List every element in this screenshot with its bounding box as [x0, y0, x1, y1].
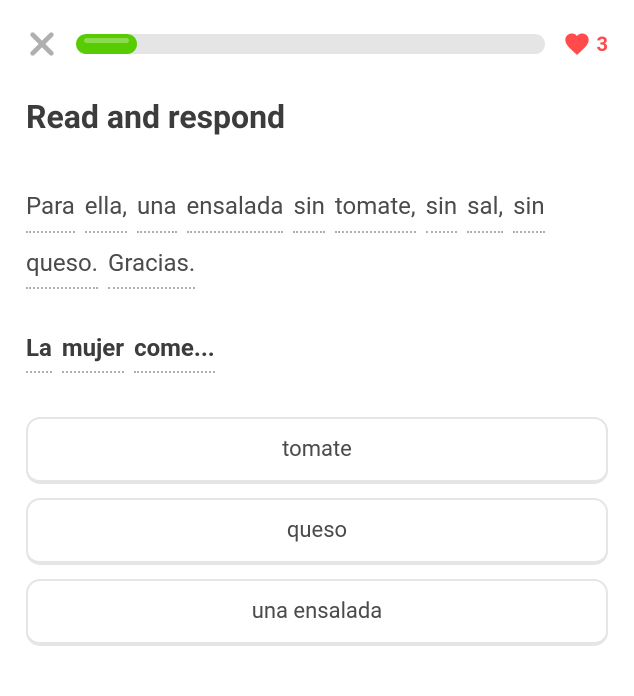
- sentence-word[interactable]: Para: [26, 184, 75, 233]
- question-word[interactable]: mujer: [62, 327, 124, 373]
- sentence-block: Para ella, una ensalada sin tomate, sin …: [26, 184, 608, 289]
- heart-count: 3: [597, 32, 608, 56]
- sentence-word[interactable]: sin: [513, 184, 544, 233]
- sentence-word[interactable]: ensalada: [187, 184, 284, 233]
- sentence-word[interactable]: sal,: [467, 184, 503, 233]
- sentence-word[interactable]: una: [137, 184, 177, 233]
- question-word[interactable]: come...: [134, 327, 215, 373]
- close-icon[interactable]: [26, 28, 58, 60]
- question-word[interactable]: La: [26, 327, 52, 373]
- answer-option-1[interactable]: tomate: [26, 417, 608, 484]
- sentence-word[interactable]: queso.: [26, 241, 98, 290]
- heart-icon: [563, 30, 591, 58]
- sentence-line: Para ella, una ensalada sin tomate, sin …: [26, 184, 608, 289]
- question-line: La mujer come...: [26, 327, 608, 373]
- progress-fill: [76, 34, 137, 54]
- exercise-header: 3: [26, 28, 608, 60]
- answer-options: tomate queso una ensalada: [26, 417, 608, 646]
- sentence-word[interactable]: Gracias.: [108, 241, 195, 290]
- progress-bar: [76, 34, 545, 54]
- sentence-word[interactable]: sin: [293, 184, 324, 233]
- answer-option-2[interactable]: queso: [26, 498, 608, 565]
- sentence-word[interactable]: sin: [426, 184, 457, 233]
- sentence-word[interactable]: tomate,: [335, 184, 416, 233]
- sentence-word[interactable]: ella,: [85, 184, 127, 233]
- instruction-title: Read and respond: [26, 98, 608, 136]
- hearts-counter[interactable]: 3: [563, 30, 608, 58]
- answer-option-3[interactable]: una ensalada: [26, 579, 608, 646]
- question-block: La mujer come...: [26, 327, 608, 373]
